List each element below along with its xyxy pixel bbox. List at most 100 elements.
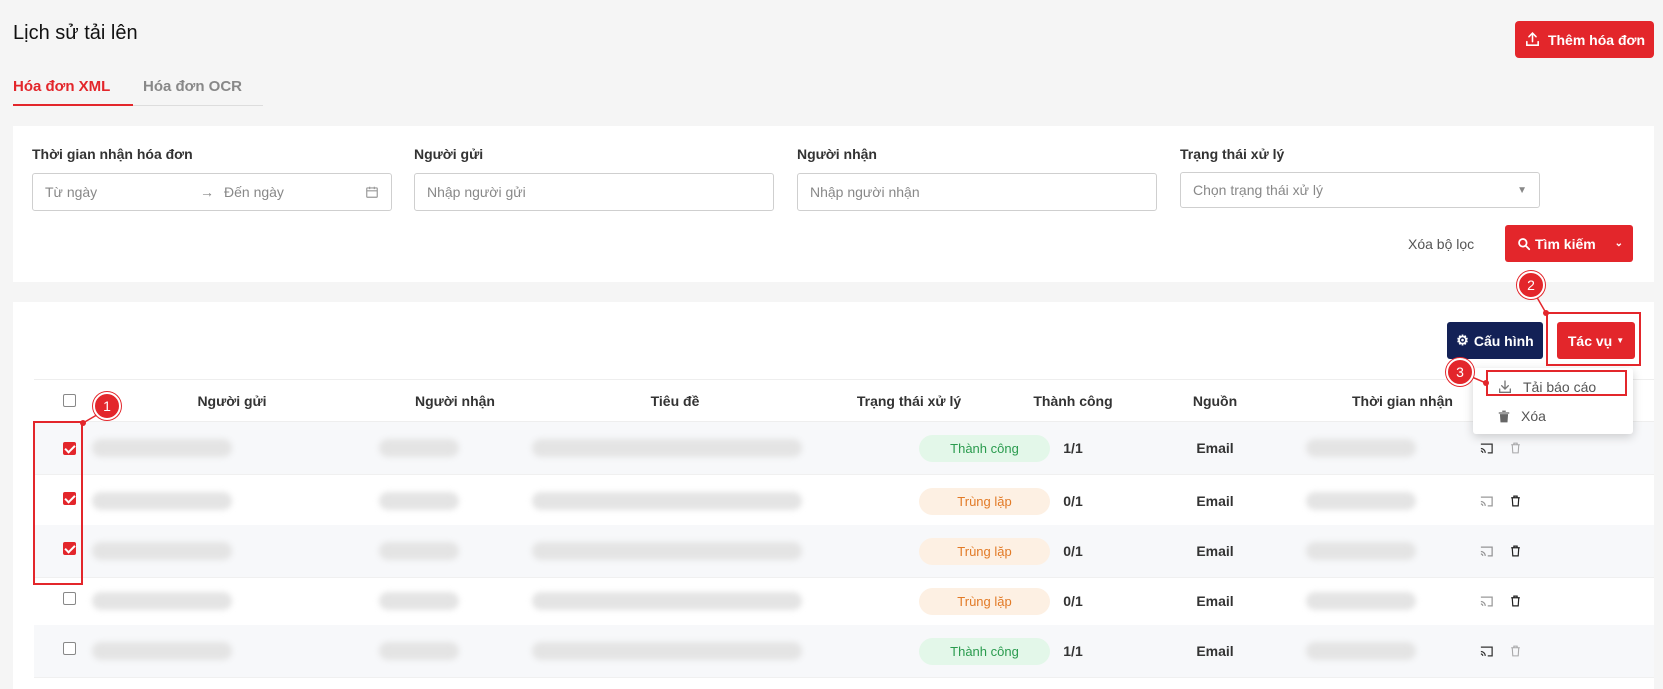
column-header-received-time[interactable]: Thời gian nhận [1352, 393, 1453, 409]
annotation-box-download [1486, 370, 1627, 396]
sender-filter-label: Người gửi [414, 146, 484, 162]
column-header-success[interactable]: Thành công [1033, 393, 1112, 409]
receiver-cell [379, 439, 459, 457]
tab-xml[interactable]: Hóa đơn XML [13, 78, 110, 95]
sender-cell [92, 439, 232, 457]
trash-icon[interactable] [1507, 593, 1523, 609]
sender-cell [92, 642, 232, 660]
trash-icon[interactable] [1507, 440, 1523, 456]
status-filter-label: Trạng thái xử lý [1180, 146, 1285, 162]
annotation-number-3: 3 [1446, 358, 1474, 386]
trash-icon[interactable] [1507, 493, 1523, 509]
sender-cell [92, 492, 232, 510]
receiver-cell [379, 492, 459, 510]
success-cell: 0/1 [1063, 543, 1083, 559]
status-badge: Trùng lặp [919, 538, 1050, 565]
config-button[interactable]: ⚙ Cấu hình [1447, 322, 1543, 359]
sender-cell [92, 592, 232, 610]
table-row[interactable]: Trùng lặp 0/1 Email [34, 475, 1654, 528]
cast-icon[interactable] [1478, 593, 1494, 609]
search-button[interactable]: Tìm kiếm ⌄ [1505, 225, 1633, 262]
add-invoice-label: Thêm hóa đơn [1547, 31, 1646, 48]
subject-cell [532, 492, 802, 510]
arrow-right-icon: → [200, 184, 214, 200]
column-header-sender[interactable]: Người gửi [197, 393, 266, 409]
status-badge: Trùng lặp [919, 488, 1050, 515]
page-title: Lịch sử tải lên [13, 22, 138, 44]
subject-cell [532, 592, 802, 610]
tab-ocr[interactable]: Hóa đơn OCR [143, 78, 242, 95]
select-all-checkbox[interactable] [63, 394, 76, 407]
received-time-cell [1306, 492, 1416, 510]
trash-icon [1498, 410, 1510, 422]
row-checkbox[interactable] [63, 592, 76, 605]
receiver-cell [379, 642, 459, 660]
annotation-box-checkboxes [33, 421, 83, 585]
column-header-receiver[interactable]: Người nhận [415, 393, 495, 409]
source-cell: Email [1196, 643, 1234, 659]
cast-icon[interactable] [1478, 543, 1494, 559]
status-badge: Trùng lặp [919, 588, 1050, 615]
calendar-icon [366, 186, 378, 198]
subject-cell [532, 542, 802, 560]
column-header-source[interactable]: Nguồn [1193, 393, 1237, 409]
received-time-cell [1306, 592, 1416, 610]
annotation-number-1: 1 [93, 392, 121, 420]
clear-filters-link[interactable]: Xóa bộ lọc [1408, 236, 1474, 252]
time-filter-label: Thời gian nhận hóa đơn [32, 146, 193, 162]
status-select-placeholder: Chọn trạng thái xử lý [1193, 182, 1323, 198]
chevron-down-icon[interactable]: ⌄ [1615, 238, 1623, 249]
upload-icon [1526, 32, 1539, 46]
delete-item[interactable]: Xóa [1473, 402, 1633, 430]
table-panel: ⚙ Cấu hình Tác vụ ▼ Người gửi Người nhận… [13, 302, 1654, 689]
source-cell: Email [1196, 593, 1234, 609]
add-invoice-button[interactable]: Thêm hóa đơn [1515, 21, 1654, 58]
status-badge: Thành công [919, 435, 1050, 462]
received-time-cell [1306, 542, 1416, 560]
source-cell: Email [1196, 440, 1234, 456]
search-button-label: Tìm kiếm [1535, 235, 1596, 252]
receiver-cell [379, 592, 459, 610]
table-header: Người gửi Người nhận Tiêu đề Trạng thái … [34, 379, 1654, 422]
date-range-input[interactable]: Từ ngày → Đến ngày [32, 173, 392, 211]
delete-label: Xóa [1521, 408, 1546, 424]
table-row[interactable]: Trùng lặp 0/1 Email [34, 525, 1654, 578]
table-row[interactable]: Thành công 1/1 Email [34, 625, 1654, 678]
status-select[interactable]: Chọn trạng thái xử lý ▼ [1180, 172, 1540, 208]
success-cell: 0/1 [1063, 593, 1083, 609]
cast-icon[interactable] [1478, 440, 1494, 456]
column-header-status[interactable]: Trạng thái xử lý [857, 393, 961, 409]
trash-icon[interactable] [1507, 543, 1523, 559]
row-checkbox[interactable] [63, 642, 76, 655]
search-icon [1517, 237, 1531, 251]
subject-cell [532, 642, 802, 660]
success-cell: 1/1 [1063, 643, 1083, 659]
table-row[interactable]: Thành công 1/1 Email [34, 422, 1654, 475]
status-badge: Thành công [919, 638, 1050, 665]
active-tab-indicator [13, 104, 133, 106]
sender-cell [92, 542, 232, 560]
success-cell: 1/1 [1063, 440, 1083, 456]
table-row[interactable]: Trùng lặp 0/1 Email [34, 575, 1654, 628]
trash-icon[interactable] [1507, 643, 1523, 659]
received-time-cell [1306, 642, 1416, 660]
received-time-cell [1306, 439, 1416, 457]
filter-panel: Thời gian nhận hóa đơn Từ ngày → Đến ngà… [13, 126, 1654, 282]
config-button-label: Cấu hình [1473, 332, 1534, 349]
sender-input[interactable]: Nhập người gửi [414, 173, 774, 211]
subject-cell [532, 439, 802, 457]
gear-icon: ⚙ [1456, 332, 1469, 348]
source-cell: Email [1196, 493, 1234, 509]
tab-bar: Hóa đơn XML Hóa đơn OCR [13, 74, 263, 106]
cast-icon[interactable] [1478, 493, 1494, 509]
receiver-input[interactable]: Nhập người nhận [797, 173, 1157, 211]
annotation-number-2: 2 [1517, 271, 1545, 299]
source-cell: Email [1196, 543, 1234, 559]
receiver-cell [379, 542, 459, 560]
column-header-subject[interactable]: Tiêu đề [651, 393, 700, 409]
caret-down-icon: ▼ [1517, 184, 1527, 196]
from-date-placeholder: Từ ngày [45, 184, 98, 200]
receiver-filter-label: Người nhận [797, 146, 877, 162]
to-date-placeholder: Đến ngày [224, 184, 284, 200]
cast-icon[interactable] [1478, 643, 1494, 659]
